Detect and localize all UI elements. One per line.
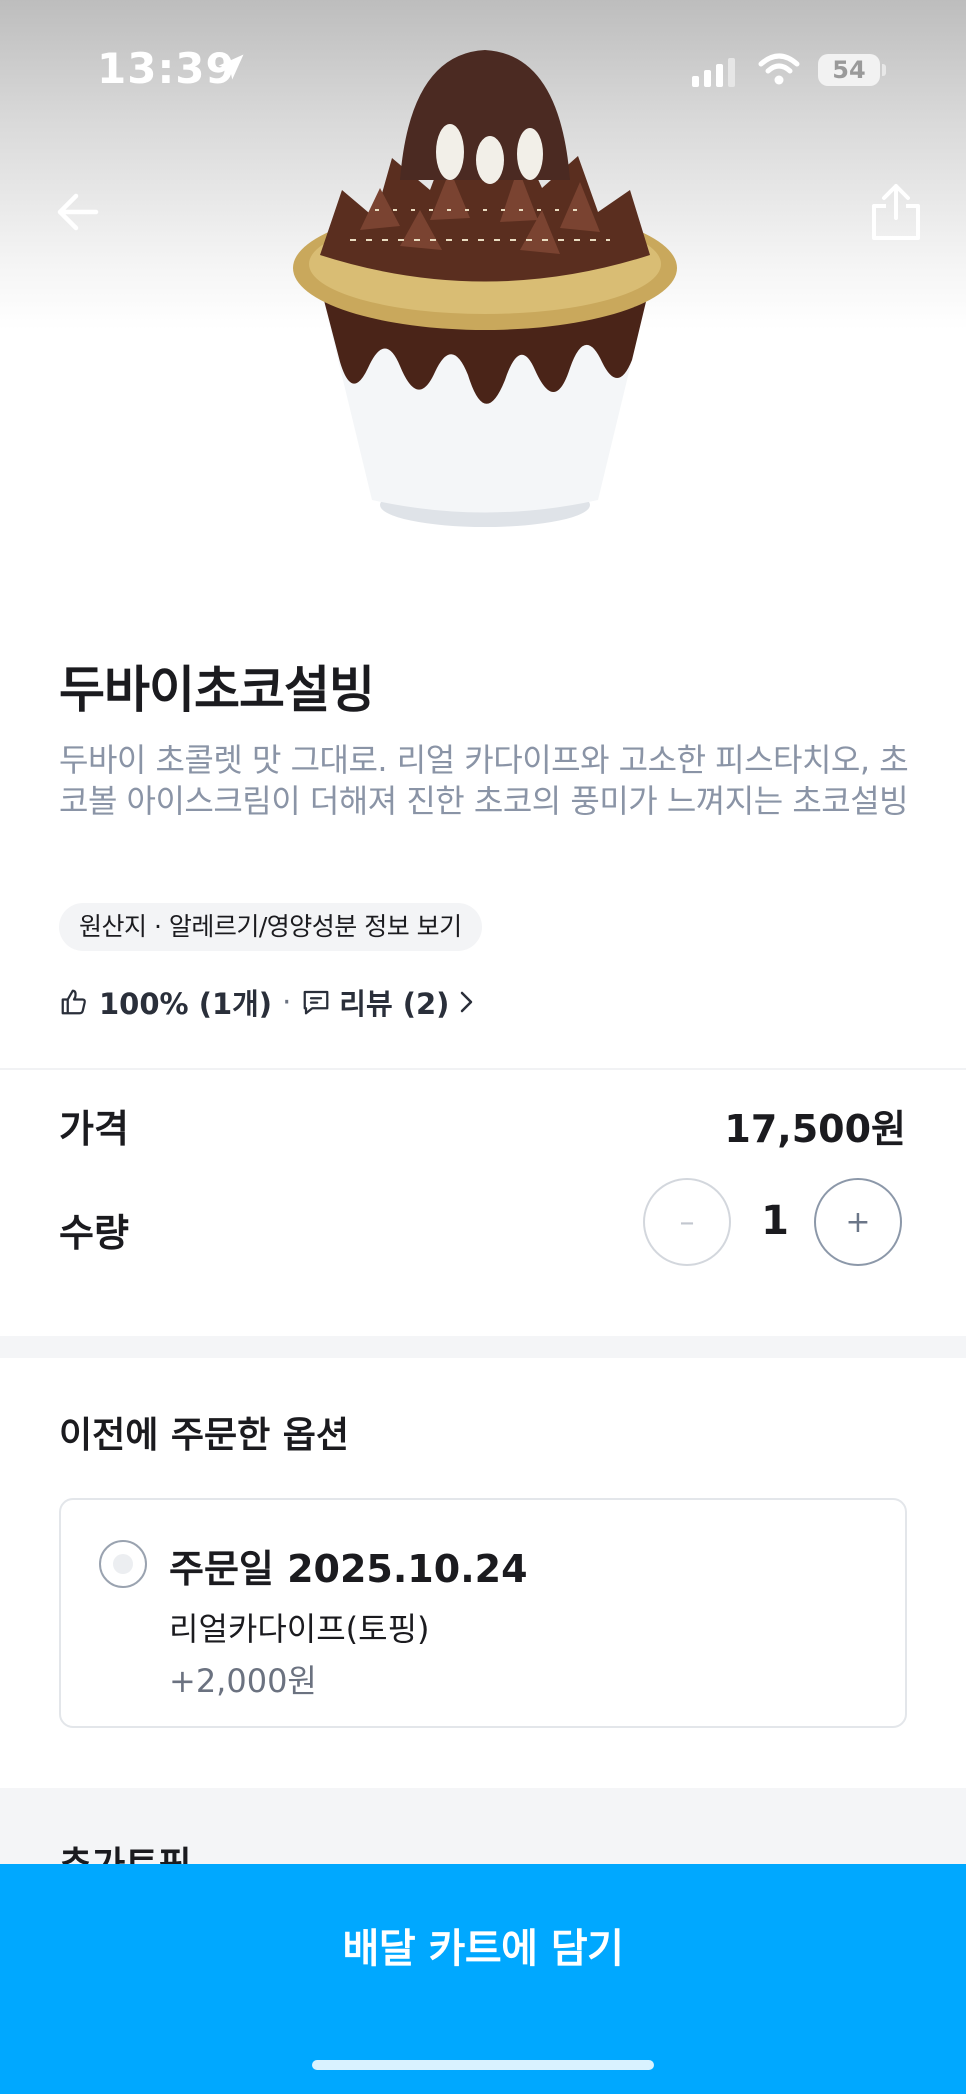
previous-option-card[interactable]: 주문일 2025.10.24 리얼카다이프(토핑) +2,000원 [59,1498,907,1728]
previous-options-title: 이전에 주문한 옵션 [59,1415,350,1456]
option-name: 리얼카다이프(토핑) [169,1610,430,1648]
add-to-cart-label: 배달 카트에 담기 [342,1926,624,1972]
minus-icon: – [679,1204,695,1240]
comment-icon [303,990,329,1015]
thumbs-up-icon [61,989,86,1015]
quantity-increase-button[interactable]: + [814,1178,902,1266]
quantity-decrease-button[interactable]: – [643,1178,731,1266]
location-arrow-icon [218,54,244,80]
option-price: +2,000원 [169,1662,317,1700]
quantity-label: 수량 [59,1211,129,1255]
share-button[interactable] [866,180,926,244]
share-icon [872,184,920,240]
section-divider [0,1068,966,1070]
radio-icon[interactable] [99,1540,147,1588]
chevron-right-icon [461,991,473,1013]
back-button[interactable] [52,186,104,238]
battery-icon: 54 [818,54,880,86]
review-link[interactable]: 리뷰 (2) [301,981,477,1023]
price-value: 17,500원 [724,1107,906,1151]
status-bar: 13:39 54 [0,0,966,140]
signal-icon [692,55,735,87]
product-title: 두바이초코설빙 [59,661,375,719]
status-time: 13:39 [97,44,236,93]
rating-text: 100% (1개) [99,987,273,1021]
wifi-icon [758,53,800,85]
price-label: 가격 [59,1107,129,1151]
meta-separator: · [282,985,292,1019]
quantity-value: 1 [761,1198,789,1244]
review-text: 리뷰 (2) [339,987,450,1021]
plus-icon: + [845,1204,871,1240]
info-chip[interactable]: 원산지 · 알레르기/영양성분 정보 보기 [59,903,482,951]
product-description: 두바이 초콜렛 맛 그대로. 리얼 카다이프와 고소한 피스타치오, 초코볼 아… [59,741,909,820]
home-indicator [312,2060,654,2070]
battery-tip [882,64,886,76]
order-date: 주문일 2025.10.24 [169,1547,528,1591]
back-arrow-icon [57,193,99,231]
rating-review-row: 100% (1개) · 리뷰 (2) [59,980,477,1024]
section-gap [0,1336,966,1358]
